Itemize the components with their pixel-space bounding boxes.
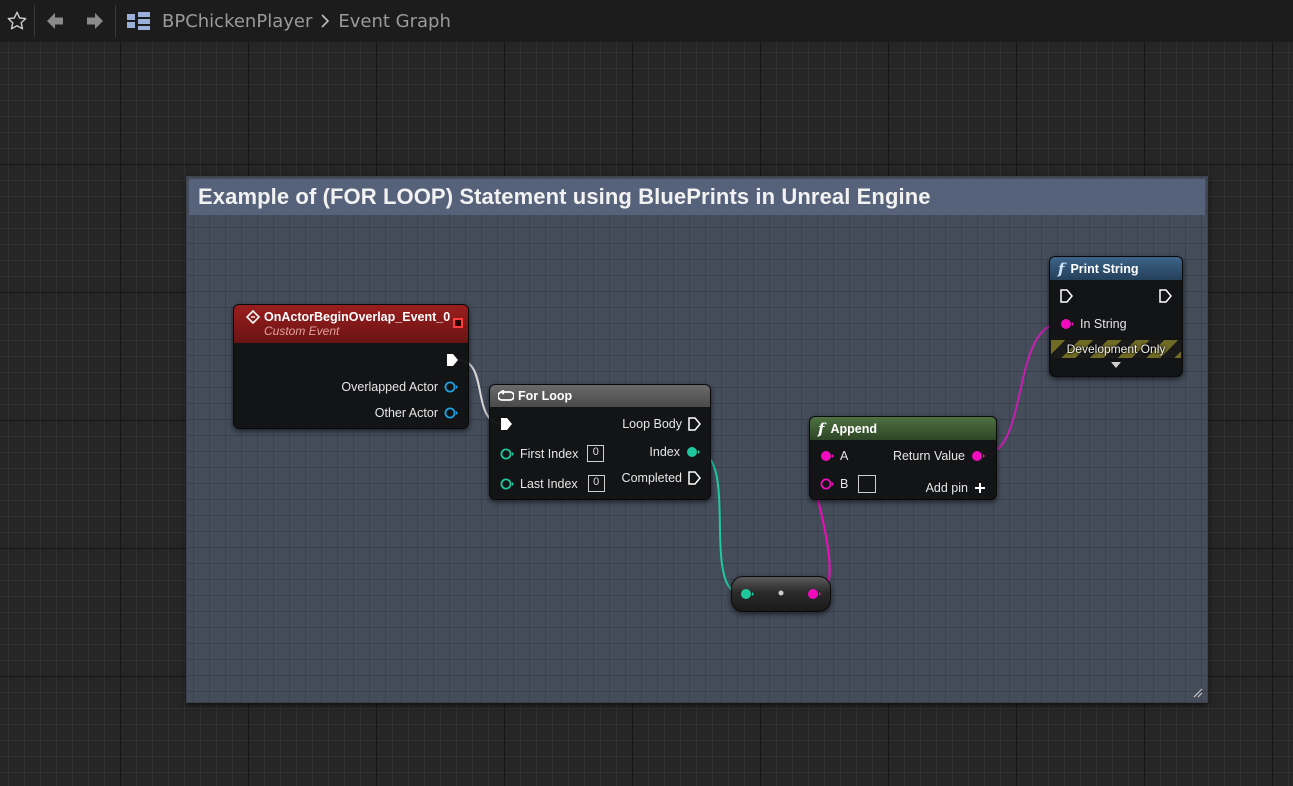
last-index-pin[interactable]: Last Index 0 bbox=[500, 475, 605, 492]
delegate-pin-icon[interactable] bbox=[453, 318, 463, 328]
exec-pin-icon bbox=[1060, 289, 1073, 303]
custom-event-node[interactable]: OnActorBeginOverlap_Event_0 Custom Event… bbox=[233, 304, 469, 429]
int-pin-icon bbox=[500, 448, 514, 459]
print-exec-out-pin[interactable] bbox=[1159, 289, 1172, 303]
first-index-pin[interactable]: First Index 0 bbox=[500, 445, 605, 462]
string-pin-icon bbox=[821, 451, 834, 461]
print-string-title: Print String bbox=[1070, 261, 1139, 276]
pin-label: Overlapped Actor bbox=[341, 380, 438, 394]
append-b-pin[interactable]: B bbox=[820, 475, 877, 493]
pin-label: Loop Body bbox=[622, 417, 682, 431]
loop-icon bbox=[498, 390, 514, 401]
print-exec-in-pin[interactable] bbox=[1060, 289, 1073, 303]
other-actor-pin[interactable]: Other Actor bbox=[375, 406, 459, 420]
overlapped-actor-pin[interactable]: Overlapped Actor bbox=[341, 380, 459, 394]
development-only-banner: Development Only bbox=[1051, 340, 1181, 358]
object-pin-icon bbox=[444, 407, 458, 419]
pin-label: Completed bbox=[621, 471, 682, 485]
exec-pin-icon bbox=[688, 471, 701, 485]
print-string-node[interactable]: f Print String In String Development Onl… bbox=[1049, 256, 1183, 377]
append-title: Append bbox=[830, 421, 877, 436]
conversion-string-out-pin[interactable] bbox=[807, 588, 822, 600]
in-string-pin[interactable]: In String bbox=[1060, 317, 1127, 331]
pin-label: In String bbox=[1080, 317, 1127, 331]
conversion-dot bbox=[778, 590, 784, 596]
pin-label: Add pin bbox=[925, 481, 968, 495]
development-only-label: Development Only bbox=[1066, 342, 1166, 356]
pin-label: Last Index bbox=[520, 476, 578, 491]
int-pin-icon bbox=[687, 447, 700, 457]
for-loop-node[interactable]: For Loop First Index 0 Last Index 0 Loop… bbox=[489, 384, 711, 500]
string-pin-icon bbox=[808, 589, 821, 599]
for-loop-exec-in-pin[interactable] bbox=[500, 417, 513, 431]
event-node-header[interactable]: OnActorBeginOverlap_Event_0 Custom Event bbox=[234, 305, 468, 343]
expand-button[interactable] bbox=[1050, 361, 1182, 369]
string-pin-icon bbox=[972, 451, 985, 461]
append-header[interactable]: f Append bbox=[810, 417, 996, 440]
event-node-subtitle: Custom Event bbox=[264, 324, 340, 338]
pin-label: B bbox=[840, 477, 849, 491]
chevron-down-icon bbox=[1111, 362, 1121, 368]
object-pin-icon bbox=[444, 381, 458, 393]
int-pin-icon bbox=[741, 589, 754, 599]
event-node-title: OnActorBeginOverlap_Event_0 bbox=[264, 310, 451, 324]
completed-pin[interactable]: Completed bbox=[622, 471, 701, 485]
pin-label: Index bbox=[649, 445, 680, 459]
string-pin-icon bbox=[1061, 319, 1074, 329]
exec-pin-icon bbox=[688, 417, 701, 431]
append-b-input[interactable] bbox=[858, 475, 877, 493]
first-index-input[interactable]: 0 bbox=[587, 445, 605, 462]
conversion-int-in-pin[interactable] bbox=[740, 588, 755, 600]
conversion-node[interactable] bbox=[731, 576, 831, 612]
exec-pin-icon bbox=[1159, 289, 1172, 303]
add-pin-button[interactable]: Add pin bbox=[926, 481, 986, 495]
last-index-input[interactable]: 0 bbox=[587, 475, 605, 492]
pin-label: A bbox=[840, 449, 849, 463]
event-exec-out-pin[interactable] bbox=[446, 353, 459, 367]
loop-body-pin[interactable]: Loop Body bbox=[622, 417, 701, 431]
int-pin-icon bbox=[500, 478, 514, 489]
string-pin-icon bbox=[820, 478, 834, 490]
append-a-pin[interactable]: A bbox=[820, 449, 848, 463]
for-loop-title: For Loop bbox=[518, 389, 573, 403]
for-loop-header[interactable]: For Loop bbox=[490, 385, 710, 407]
print-string-header[interactable]: f Print String bbox=[1050, 257, 1182, 280]
event-diamond-icon bbox=[246, 310, 260, 324]
index-pin[interactable]: Index bbox=[649, 445, 701, 459]
exec-pin-icon bbox=[501, 418, 512, 430]
dot-icon bbox=[778, 590, 784, 596]
return-value-pin[interactable]: Return Value bbox=[893, 449, 986, 463]
plus-icon bbox=[975, 483, 985, 493]
function-icon: f bbox=[1058, 259, 1065, 278]
pin-label: Other Actor bbox=[374, 406, 438, 420]
pin-label: Return Value bbox=[892, 449, 965, 463]
function-icon: f bbox=[818, 419, 825, 438]
pin-label: First Index bbox=[520, 446, 579, 461]
exec-pin-icon bbox=[447, 354, 458, 366]
append-node[interactable]: f Append A B Return Value Add pin bbox=[809, 416, 997, 500]
